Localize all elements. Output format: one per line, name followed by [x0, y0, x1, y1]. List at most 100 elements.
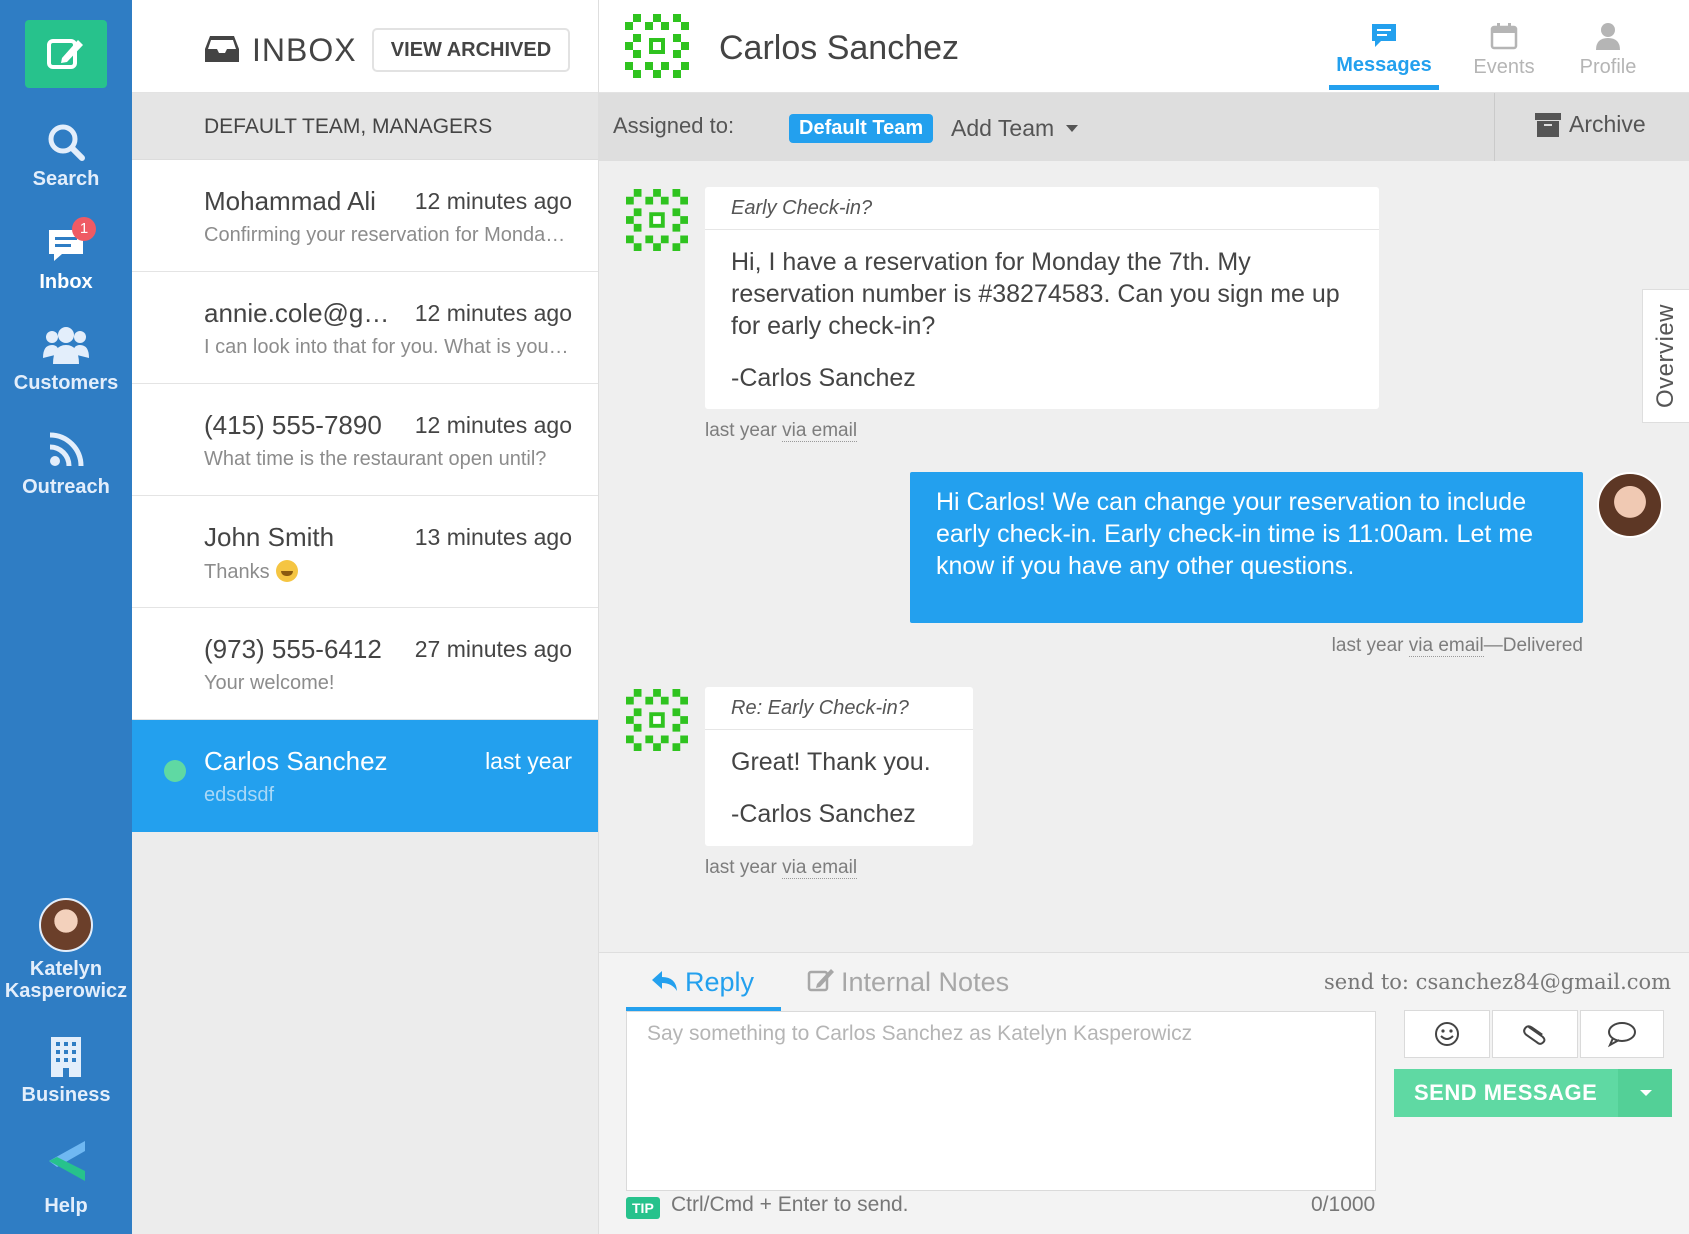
conversation-item-selected[interactable]: Carlos Sanchez last year edsdsdf [132, 720, 598, 832]
nav-search[interactable]: Search [0, 122, 132, 190]
overview-side-tab[interactable]: Overview [1642, 289, 1689, 423]
nav-inbox[interactable]: 1 Inbox [0, 217, 132, 293]
emoji-button[interactable] [1404, 1010, 1490, 1058]
nav-help[interactable]: Help [0, 1137, 132, 1217]
send-message-button[interactable]: SEND MESSAGE [1394, 1069, 1672, 1117]
message-via-link[interactable]: via email [782, 857, 858, 879]
tab-internal-notes[interactable]: Internal Notes [807, 967, 1009, 998]
team-filter[interactable]: DEFAULT TEAM, MANAGERS [132, 93, 598, 160]
nav-business-label: Business [21, 1084, 111, 1106]
contact-identicon [625, 14, 689, 78]
smiley-icon [1435, 1022, 1459, 1046]
nav-customers[interactable]: Customers [0, 326, 132, 394]
search-icon [48, 124, 85, 161]
compose-icon [47, 39, 83, 69]
incoming-message: Re: Early Check-in? Great! Thank you. -C… [705, 687, 973, 846]
message-when: last year [705, 420, 777, 441]
tab-reply-label: Reply [685, 967, 755, 997]
message-signature: -Carlos Sanchez [731, 800, 916, 828]
conversation-name: annie.cole@gmail.com [204, 298, 394, 328]
view-archived-button[interactable]: VIEW ARCHIVED [372, 28, 570, 72]
conversation-preview: Your welcome! [204, 672, 335, 694]
message-body: Great! Thank you. [731, 748, 931, 776]
conversation-preview: I can look into that for you. What is yo… [204, 336, 574, 358]
contact-identicon [626, 689, 688, 751]
tab-events-label: Events [1473, 56, 1535, 78]
message-via-link[interactable]: via email [1408, 635, 1484, 657]
overview-label: Overview [1652, 303, 1679, 409]
message-subject: Re: Early Check-in? [705, 687, 973, 730]
caret-down-icon [1066, 125, 1079, 132]
conversation-item[interactable]: Mohammad Ali 12 minutes ago Confirming y… [132, 160, 598, 272]
message-status: Delivered [1502, 635, 1583, 656]
assigned-to-label: Assigned to: [613, 113, 735, 138]
conversation-item[interactable]: annie.cole@gmail.com 12 minutes ago I ca… [132, 272, 598, 384]
conversation-time: last year [485, 748, 572, 774]
conversation-preview: What time is the restaurant open until? [204, 448, 547, 470]
conversation-pane: Carlos Sanchez Messages Events Profile A… [599, 0, 1689, 1234]
tab-profile[interactable]: Profile [1553, 22, 1663, 79]
conversation-time: 12 minutes ago [414, 300, 572, 326]
conversation-name: Mohammad Ali [204, 186, 376, 216]
agent-avatar [1597, 472, 1663, 538]
calendar-icon [1490, 23, 1518, 50]
inbox-unread-badge: 1 [72, 217, 96, 241]
nav-outreach[interactable]: Outreach [0, 430, 132, 498]
reply-arrow-icon [652, 971, 677, 991]
message-via-link[interactable]: via email [782, 420, 858, 442]
contact-identicon [626, 189, 688, 251]
tab-internal-notes-label: Internal Notes [841, 967, 1010, 997]
conversation-preview: Thanks [204, 561, 270, 583]
archive-box-icon [1535, 113, 1561, 137]
tab-events[interactable]: Events [1449, 22, 1559, 79]
conversation-time: 27 minutes ago [414, 636, 572, 662]
message-meta: last year via email—Delivered [1331, 635, 1583, 657]
tab-reply[interactable]: Reply [651, 967, 754, 998]
assignment-bar: Assigned to: Default Team Add Team Archi… [599, 93, 1689, 161]
send-message-label: SEND MESSAGE [1414, 1080, 1598, 1105]
inbox-title: INBOX [252, 32, 357, 68]
conversation-name: Carlos Sanchez [204, 746, 388, 776]
conversation-time: 13 minutes ago [414, 524, 572, 550]
tab-messages-label: Messages [1336, 54, 1432, 76]
tab-messages[interactable]: Messages [1329, 22, 1439, 90]
message-subject: Early Check-in? [705, 187, 1379, 230]
paperclip-icon [1523, 1025, 1546, 1045]
building-icon [51, 1037, 81, 1077]
assigned-team-chip[interactable]: Default Team [789, 114, 934, 143]
conversation-preview: Confirming your reservation for Monday t… [204, 224, 574, 246]
conversation-item[interactable]: (973) 555-6412 27 minutes ago Your welco… [132, 608, 598, 720]
compose-button[interactable] [25, 20, 107, 88]
archive-label: Archive [1569, 111, 1646, 137]
nav-help-label: Help [44, 1195, 88, 1217]
divider [1494, 93, 1495, 161]
user-last-name: Kasperowicz [4, 980, 128, 1002]
left-nav: Search 1 Inbox Customers Outreach Kately… [0, 0, 132, 1234]
tip-text: Ctrl/Cmd + Enter to send. [671, 1193, 909, 1216]
conversation-preview: edsdsdf [204, 784, 275, 806]
nav-business[interactable]: Business [0, 1036, 132, 1106]
canned-response-button[interactable] [1580, 1010, 1664, 1058]
reply-textarea[interactable]: Say something to Carlos Sanchez as Katel… [626, 1011, 1376, 1191]
conversation-item[interactable]: (415) 555-7890 12 minutes ago What time … [132, 384, 598, 496]
send-options-dropdown[interactable] [1618, 1069, 1672, 1117]
help-logo-icon [49, 1141, 85, 1181]
customers-icon [43, 327, 89, 364]
tip-badge: TIP [626, 1197, 660, 1219]
conversation-name: (415) 555-7890 [204, 410, 382, 440]
tab-profile-label: Profile [1579, 56, 1637, 78]
incoming-message: Early Check-in? Hi, I have a reservation… [705, 187, 1379, 409]
attach-button[interactable] [1492, 1010, 1578, 1058]
conversation-name: John Smith [204, 522, 335, 552]
conversation-preview-wrap: Thanks [204, 560, 574, 584]
nav-inbox-label: Inbox [39, 271, 93, 293]
conversation-item[interactable]: John Smith 13 minutes ago Thanks [132, 496, 598, 608]
add-team-dropdown[interactable]: Add Team [951, 115, 1079, 142]
conversation-time: 12 minutes ago [414, 412, 572, 438]
nav-user-profile[interactable]: Katelyn Kasperowicz [0, 898, 132, 1002]
message-meta: last year via email [705, 857, 858, 879]
edit-note-icon [807, 969, 834, 992]
archive-button[interactable]: Archive [1535, 111, 1646, 138]
conversation-header: Carlos Sanchez Messages Events Profile [599, 0, 1689, 93]
message-signature: -Carlos Sanchez [731, 364, 916, 392]
